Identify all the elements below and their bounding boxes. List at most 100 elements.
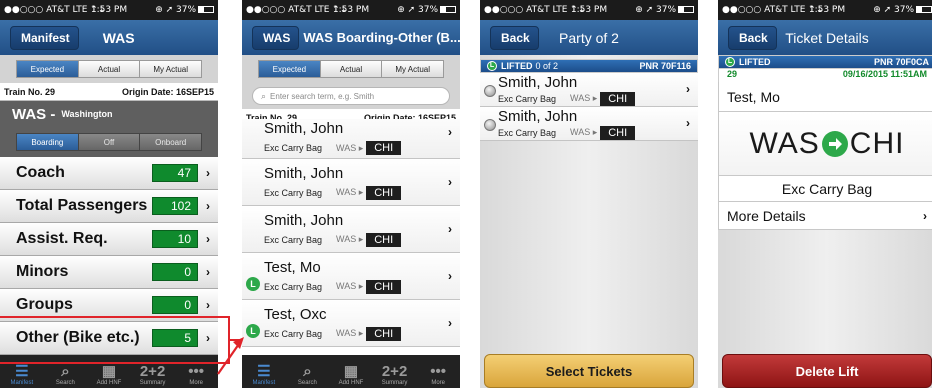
origin-code: WAS ▸ bbox=[570, 127, 598, 137]
manifest-view-segment: Expected Actual My Actual bbox=[0, 55, 218, 83]
lifted-dot-icon: L bbox=[246, 324, 260, 338]
boarding-mode-segment: Boarding Off Onboard bbox=[0, 127, 218, 157]
status-bar: ●●○○○ AT&T LTE ⇡⇣ 1:53 PM ⊕ ➚ 37% bbox=[718, 0, 932, 20]
passenger-row[interactable]: Smith, John Exc Carry Bag WAS ▸ CHI › bbox=[242, 159, 460, 206]
tabbar-more[interactable]: ••• More bbox=[174, 355, 218, 388]
lifted-header: L LIFTED PNR 70F0CA bbox=[718, 55, 932, 69]
tab-expected[interactable]: Expected bbox=[16, 60, 79, 78]
stat-label: Total Passengers bbox=[16, 197, 148, 214]
passenger-name: Smith, John bbox=[498, 73, 578, 91]
passenger-info: Smith, John Exc Carry Bag WAS ▸ CHI bbox=[264, 212, 460, 247]
pnr-label: PNR 70F116 bbox=[639, 61, 691, 71]
chevron-right-icon: › bbox=[686, 82, 690, 96]
search-icon: ⌕ bbox=[303, 363, 312, 380]
carrier-label: ●●○○○ AT&T LTE ⇡⇣ bbox=[4, 5, 106, 15]
nav-bar: Back Ticket Details bbox=[718, 20, 932, 55]
ticket-details-screen: ●●○○○ AT&T LTE ⇡⇣ 1:53 PM ⊕ ➚ 37% Back T… bbox=[718, 0, 932, 388]
stat-row-other[interactable]: Other (Bike etc.) 5 › bbox=[0, 322, 218, 355]
tab-actual[interactable]: Actual bbox=[78, 60, 141, 78]
passenger-row[interactable]: Smith, John Exc Carry Bag WAS ▸ CHI › bbox=[480, 107, 698, 141]
stat-row-assist[interactable]: Assist. Req. 10 › bbox=[0, 223, 218, 256]
stat-label: Minors bbox=[16, 263, 69, 280]
passenger-info: Test, Mo Exc Carry Bag WAS ▸ CHI bbox=[264, 259, 460, 294]
stat-row-total-passengers[interactable]: Total Passengers 102 › bbox=[0, 190, 218, 223]
passenger-detail: Exc Carry Bag WAS ▸ CHI bbox=[498, 125, 698, 140]
lifted-icon: L bbox=[487, 61, 497, 71]
tabbar-manifest[interactable]: ☰ Manifest bbox=[242, 355, 286, 388]
tab-my-actual[interactable]: My Actual bbox=[140, 60, 203, 78]
battery-icon bbox=[198, 6, 214, 13]
item-desc: Exc Carry Bag bbox=[264, 187, 323, 198]
tabbar-add-hnf[interactable]: ▦ Add HNF bbox=[87, 355, 131, 388]
passenger-row[interactable]: L Test, Mo Exc Carry Bag WAS ▸ CHI › bbox=[242, 253, 460, 300]
lifted-label: LIFTED bbox=[501, 61, 533, 71]
add-hnf-icon: ▦ bbox=[343, 363, 359, 380]
tab-off[interactable]: Off bbox=[78, 133, 141, 151]
tabbar-more[interactable]: ••• More bbox=[416, 355, 460, 388]
chevron-right-icon: › bbox=[448, 316, 452, 330]
select-tickets-button[interactable]: Select Tickets bbox=[484, 354, 694, 388]
passenger-detail: Exc Carry Bag WAS ▸ CHI bbox=[264, 232, 460, 247]
passenger-name: Smith, John bbox=[264, 164, 344, 182]
status-bar: ●●○○○ AT&T LTE ⇡⇣ 1:53 PM ⊕ ➚ 37% bbox=[480, 0, 698, 20]
origin-code: WAS bbox=[749, 126, 820, 160]
passenger-row[interactable]: L Test, Oxc Exc Carry Bag WAS ▸ CHI › bbox=[242, 300, 460, 347]
lift-datetime: 09/16/2015 11:51AM bbox=[842, 69, 927, 79]
tab-my-actual[interactable]: My Actual bbox=[382, 60, 445, 78]
tab-label: Manifest bbox=[252, 380, 276, 386]
more-details-row[interactable]: More Details › bbox=[718, 202, 932, 230]
back-button[interactable]: WAS bbox=[252, 25, 300, 50]
passenger-name: Smith, John bbox=[498, 107, 578, 125]
tab-bar: ☰ Manifest ⌕ Search ▦ Add HNF 2+2 Summary ••… bbox=[242, 355, 460, 388]
item-desc: Exc Carry Bag bbox=[264, 234, 323, 245]
chevron-right-icon: › bbox=[923, 208, 927, 223]
tabbar-manifest[interactable]: ☰ Manifest bbox=[0, 355, 44, 388]
tab-actual[interactable]: Actual bbox=[320, 60, 383, 78]
origin-code: WAS ▸ bbox=[336, 234, 364, 244]
back-button[interactable]: Back bbox=[490, 25, 539, 50]
lift-info-row: 29 09/16/2015 11:51AM bbox=[718, 69, 932, 82]
count-badge: 47 bbox=[152, 164, 198, 182]
tabbar-add-hnf[interactable]: ▦ Add HNF bbox=[329, 355, 373, 388]
passenger-row[interactable]: Smith, John Exc Carry Bag WAS ▸ CHI › bbox=[242, 119, 460, 159]
passenger-info: Smith, John Exc Carry Bag WAS ▸ CHI bbox=[498, 108, 698, 140]
passenger-row[interactable]: Smith, John Exc Carry Bag WAS ▸ CHI › bbox=[242, 206, 460, 253]
search-icon: ⌕ bbox=[261, 90, 267, 101]
passenger-info: Smith, John Exc Carry Bag WAS ▸ CHI bbox=[498, 74, 698, 106]
stat-row-groups[interactable]: Groups 0 › bbox=[0, 289, 218, 322]
delete-lift-button[interactable]: Delete Lift bbox=[722, 354, 932, 388]
chevron-right-icon: › bbox=[448, 269, 452, 283]
origin-code: WAS ▸ bbox=[336, 187, 364, 197]
boarding-other-screen: ●●○○○ AT&T LTE ⇡⇣ 1:53 PM ⊕ ➚ 37% WAS WA… bbox=[242, 0, 460, 388]
status-right: ⊕ ➚ 37% bbox=[873, 5, 932, 15]
tabbar-search[interactable]: ⌕ Search bbox=[44, 355, 88, 388]
battery-icon bbox=[440, 6, 456, 13]
manifest-back-button[interactable]: Manifest bbox=[10, 25, 79, 50]
tab-expected[interactable]: Expected bbox=[258, 60, 321, 78]
tabbar-search[interactable]: ⌕ Search bbox=[286, 355, 330, 388]
party-card: L LIFTED 0 of 2 PNR 70F116 Smith, John Ex… bbox=[480, 59, 698, 141]
nav-bar: Back Party of 2 bbox=[480, 20, 698, 55]
station-name: Washington bbox=[61, 109, 113, 119]
route-display: WAS CHI bbox=[718, 112, 932, 176]
passenger-row[interactable]: Smith, John Exc Carry Bag WAS ▸ CHI › bbox=[480, 73, 698, 107]
pnr-label: PNR 70F0CA bbox=[873, 57, 929, 67]
tabbar-summary[interactable]: 2+2 Summary bbox=[373, 355, 417, 388]
stat-row-coach[interactable]: Coach 47 › bbox=[0, 157, 218, 190]
tab-boarding[interactable]: Boarding bbox=[16, 133, 79, 151]
passenger-detail: Exc Carry Bag WAS ▸ CHI bbox=[264, 185, 460, 200]
back-button[interactable]: Back bbox=[728, 25, 777, 50]
destination-code: CHI bbox=[366, 185, 402, 200]
tabbar-summary[interactable]: 2+2 Summary bbox=[131, 355, 175, 388]
item-desc: Exc Carry Bag bbox=[498, 127, 557, 138]
status-bar: ●●○○○ AT&T LTE ⇡⇣ 1:53 PM ⊕ ➚ 37% bbox=[242, 0, 460, 20]
party-screen: ●●○○○ AT&T LTE ⇡⇣ 1:53 PM ⊕ ➚ 37% Back P… bbox=[480, 0, 698, 388]
search-input[interactable]: ⌕ Enter search term, e.g. Smith bbox=[252, 87, 450, 105]
chevron-right-icon: › bbox=[206, 232, 210, 246]
tab-onboard[interactable]: Onboard bbox=[140, 133, 203, 151]
destination-code: CHI bbox=[600, 91, 636, 106]
destination-code: CHI bbox=[849, 126, 905, 160]
add-hnf-icon: ▦ bbox=[101, 363, 117, 380]
stat-row-minors[interactable]: Minors 0 › bbox=[0, 256, 218, 289]
item-desc-row: Exc Carry Bag bbox=[718, 176, 932, 202]
